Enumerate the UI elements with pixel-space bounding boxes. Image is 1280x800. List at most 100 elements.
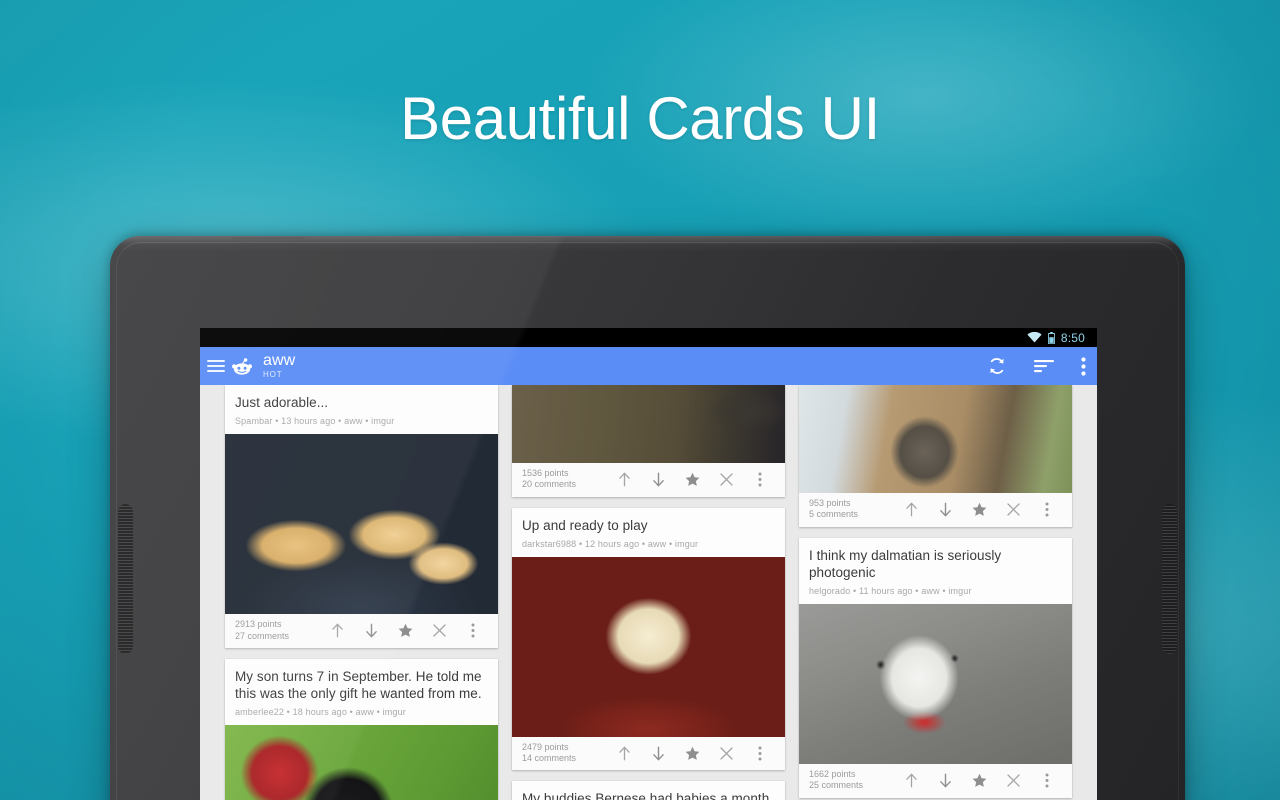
post-title: My son turns 7 in September. He told me … [235,668,482,702]
save-button[interactable] [675,468,709,490]
column-right: 953 points 5 comments I think my dalmati… [792,385,1079,800]
post-card[interactable]: Up and ready to play darkstar6988 • 12 h… [512,507,785,771]
post-header: My son turns 7 in September. He told me … [225,659,498,726]
post-score: 1536 points 20 comments [522,468,576,491]
post-comments: 20 comments [522,479,577,490]
card-feed[interactable]: Just adorable... Spambar • 13 hours ago … [200,385,1097,800]
upvote-button[interactable] [607,742,641,764]
post-meta: Spambar • 13 hours ago • aww • imgur [235,416,395,427]
post-actions: 2913 points 27 comments [225,614,498,648]
hide-button[interactable] [709,742,743,764]
post-more-button[interactable] [743,468,777,490]
downvote-button[interactable] [354,620,388,642]
post-actions: 1662 points 25 comments [799,764,1072,798]
arrow-up-icon [618,746,630,760]
refresh-icon [990,358,1004,374]
post-comments: 27 comments [235,630,290,641]
column-middle: 1536 points 20 comments Up and ready to … [505,385,792,800]
upvote-button[interactable] [607,468,641,490]
post-card[interactable]: 1536 points 20 comments [512,385,785,497]
save-button[interactable] [388,620,422,642]
speaker-grille-left [118,504,133,654]
arrow-up-icon [905,502,917,517]
close-icon [432,624,446,637]
post-image[interactable] [799,604,1072,765]
star-icon [398,623,412,637]
post-more-button[interactable] [1030,769,1064,791]
device-rim-highlight [110,236,1185,252]
post-title: I think my dalmatian is seriously photog… [809,547,1002,580]
post-header: Up and ready to play darkstar6988 • 12 h… [512,508,785,557]
reddit-alien-logo [232,357,252,375]
hide-button[interactable] [996,769,1030,791]
post-points: 2913 points [235,619,282,630]
post-image[interactable] [225,725,498,800]
post-header: Just adorable... Spambar • 13 hours ago … [225,385,498,434]
save-button[interactable] [962,769,996,791]
post-image[interactable] [512,385,785,463]
post-card[interactable]: Just adorable... Spambar • 13 hours ago … [225,385,498,648]
post-action-icons [320,620,490,642]
downvote-button[interactable] [641,468,675,490]
app-bar-titles: aww HOT [263,353,295,379]
downvote-button[interactable] [641,742,675,764]
hamburger-icon[interactable] [207,360,225,372]
save-button[interactable] [675,742,709,764]
star-icon [972,502,986,516]
post-more-button[interactable] [743,742,777,764]
post-card[interactable]: I think my dalmatian is seriously photog… [799,537,1072,798]
arrow-down-icon [652,472,664,487]
upvote-button[interactable] [894,769,928,791]
hide-button[interactable] [709,468,743,490]
arrow-down-icon [652,746,664,760]
star-icon [685,746,699,760]
overflow-menu-button[interactable] [1081,356,1086,376]
overflow-menu-icon [1045,502,1049,517]
status-bar: 8:50 [200,328,1097,347]
close-icon [1006,774,1020,787]
post-actions: 1536 points 20 comments [512,463,785,497]
close-icon [1006,503,1020,516]
post-title: My buddies Bernese had babies a month ag… [522,791,770,800]
arrow-up-icon [331,623,343,638]
star-icon [685,472,699,486]
upvote-button[interactable] [894,498,928,520]
post-image[interactable] [512,556,785,737]
sort-mode-label: HOT [263,370,283,379]
post-image[interactable] [799,385,1072,493]
battery-icon [1047,331,1055,344]
hide-button[interactable] [422,620,456,642]
save-button[interactable] [962,498,996,520]
downvote-button[interactable] [928,498,962,520]
refresh-button[interactable] [987,356,1007,376]
upvote-button[interactable] [320,620,354,642]
post-more-button[interactable] [1030,498,1064,520]
post-card[interactable]: My buddies Bernese had babies a month ag… [512,781,785,800]
post-title: Up and ready to play [522,517,648,533]
post-action-icons [894,769,1064,791]
post-card[interactable]: My son turns 7 in September. He told me … [225,658,498,800]
overflow-menu-icon [758,472,762,487]
post-score: 2913 points 27 comments [235,619,289,642]
post-more-button[interactable] [456,620,490,642]
post-image[interactable] [225,434,498,615]
post-card[interactable]: 953 points 5 comments [799,385,1072,527]
star-icon [972,773,986,787]
subreddit-title: aww [263,352,296,369]
app-bar: aww HOT [200,347,1097,385]
sort-button[interactable] [1033,358,1055,374]
hide-button[interactable] [996,498,1030,520]
overflow-menu-icon [1045,773,1049,788]
post-action-icons [894,498,1064,520]
downvote-button[interactable] [928,769,962,791]
arrow-down-icon [939,502,951,517]
arrow-up-icon [618,472,630,487]
promo-headline: Beautiful Cards UI [400,85,880,152]
arrow-down-icon [365,623,377,638]
post-points: 1536 points [522,468,569,478]
post-comments: 5 comments [809,509,859,520]
post-score: 1662 points 25 comments [809,769,863,792]
overflow-menu-icon [471,623,475,638]
post-actions: 953 points 5 comments [799,493,1072,527]
post-comments: 14 comments [522,753,577,764]
